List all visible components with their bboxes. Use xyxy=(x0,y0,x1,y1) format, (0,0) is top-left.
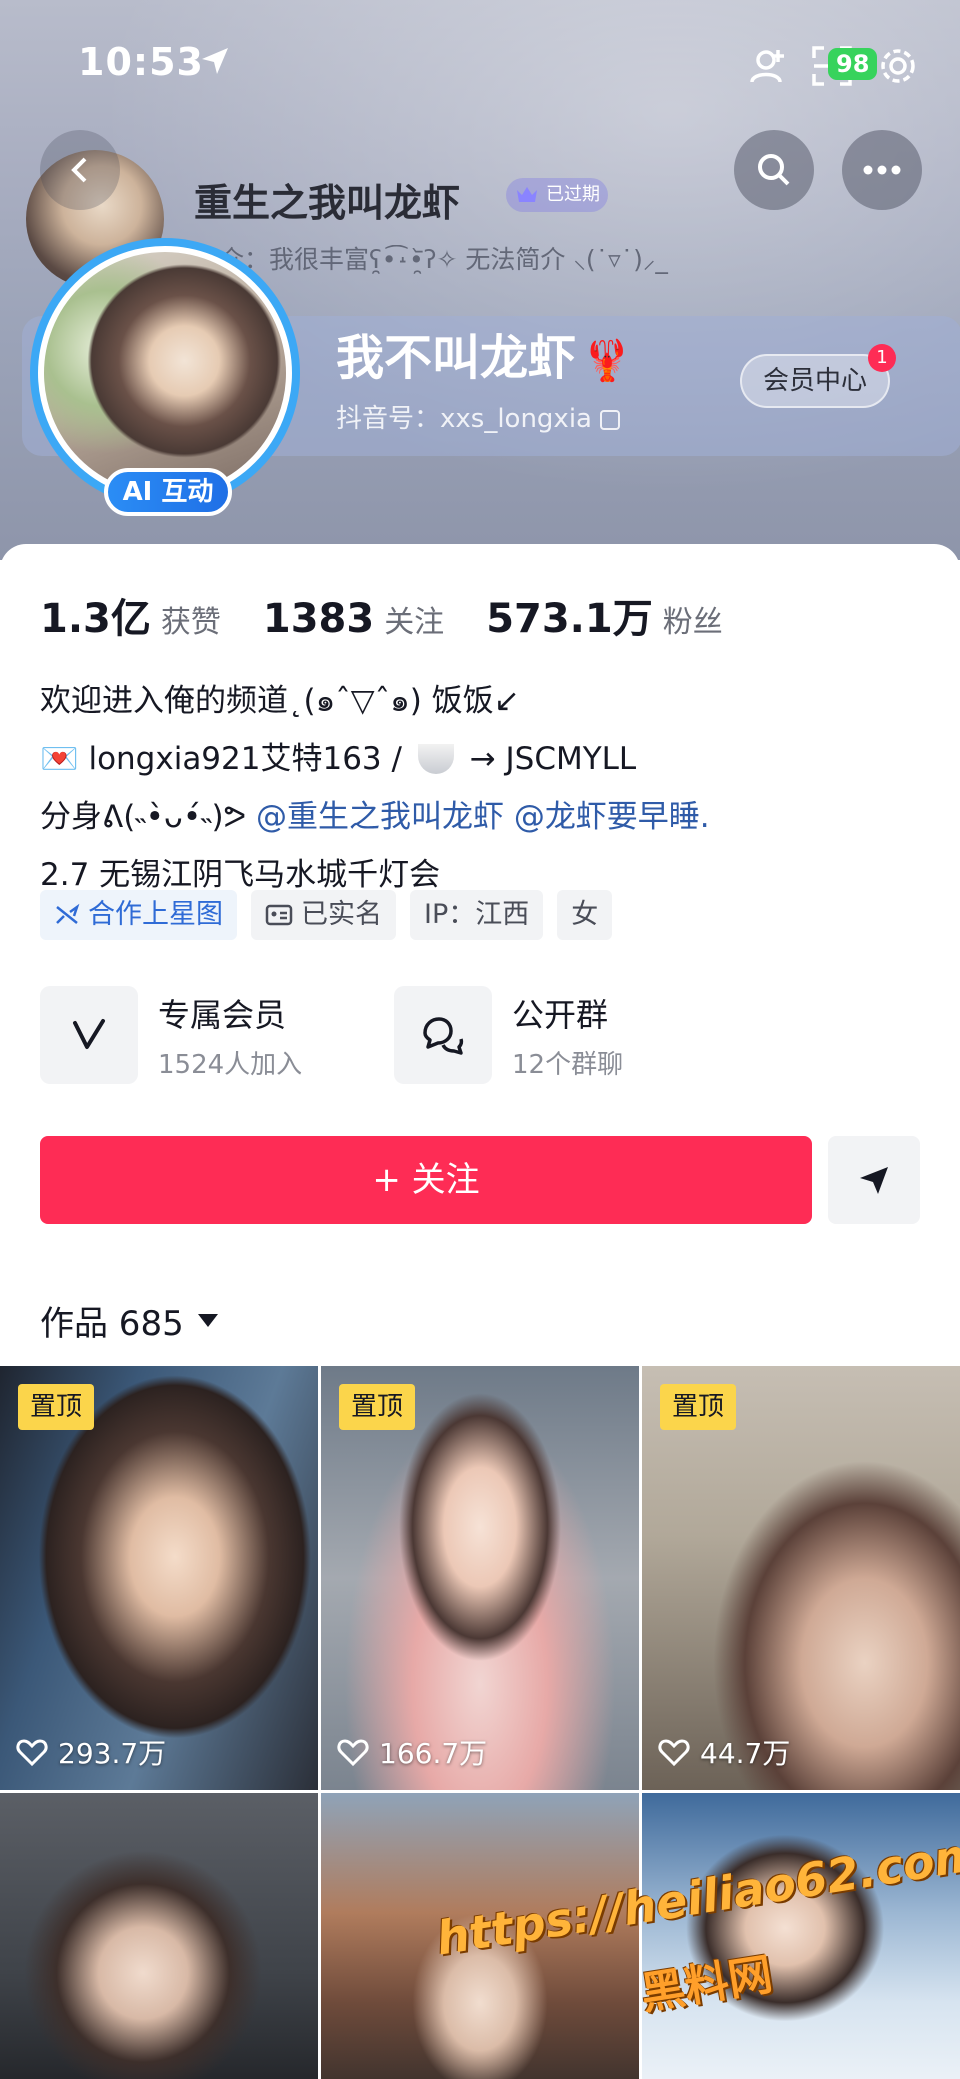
add-friend-icon[interactable] xyxy=(744,44,788,88)
video-likes: 166.7万 xyxy=(337,1732,487,1772)
video-thumbnail[interactable]: 置顶 293.7万 xyxy=(0,1366,318,1790)
profile-tags: 合作上星图 已实名 IP：江西 女 xyxy=(40,890,613,940)
lobster-emoji: 🦞 xyxy=(582,338,632,384)
bio-line-3: 分身ᕕ(˵•̀ᴗ•́˵)ᕗ @重生之我叫龙虾 @龙虾要早睡. xyxy=(40,788,940,846)
more-dots-icon xyxy=(863,165,901,175)
follow-button[interactable]: + 关注 xyxy=(40,1136,812,1224)
tag-ip: IP：江西 xyxy=(410,890,544,940)
profile-name: 我不叫龙虾 🦞 xyxy=(336,318,632,388)
stat-likes: 1.3亿 获赞 xyxy=(40,586,221,644)
membership-icon-box xyxy=(40,986,138,1084)
battery-indicator: 98 xyxy=(828,48,878,80)
profile-header: 重生之我叫龙虾 已过期 简介：我很丰富ʕ̯•͡˔•̯᷅ʔ✧ 无法简介 ⸜(˙▿˙… xyxy=(0,0,960,560)
avatar-image xyxy=(38,246,292,500)
status-bar: 10:53 98 xyxy=(0,0,960,130)
location-arrow-icon xyxy=(202,48,228,74)
ai-interact-badge[interactable]: AI 互动 xyxy=(104,468,232,516)
video-likes-count: 166.7万 xyxy=(379,1737,488,1770)
video-thumbnail[interactable] xyxy=(0,1793,318,2079)
crown-icon xyxy=(517,187,537,202)
stat-likes-label: 获赞 xyxy=(160,605,221,640)
group-icon-box xyxy=(394,986,492,1084)
membership-text: 专属会员 1524人加入 xyxy=(158,990,302,1081)
bio-alt-prefix: 分身ᕕ(˵•̀ᴗ•́˵)ᕗ xyxy=(40,799,247,835)
background-intro: 简介：我很丰富ʕ̯•͡˔•̯᷅ʔ✧ 无法简介 ⸜(˙▿˙)⸝_ xyxy=(194,245,668,274)
pinned-badge: 置顶 xyxy=(18,1384,95,1430)
more-button[interactable] xyxy=(842,130,922,210)
stats-row: 1.3亿 获赞 1383 关注 573.1万 粉丝 xyxy=(40,586,765,644)
bio: 欢迎进入俺的频道˛(๑ˆ▽ˆ๑) 饭饭↙ 💌 longxia921艾特163 /… xyxy=(40,672,940,904)
stat-likes-value: 1.3亿 xyxy=(40,596,151,642)
group-chat-icon xyxy=(423,1017,464,1055)
heart-icon xyxy=(658,1739,690,1767)
back-button[interactable] xyxy=(40,130,120,210)
expired-badge: 已过期 xyxy=(506,178,608,212)
feature-entries: 专属会员 1524人加入 公开群 12个群聊 xyxy=(40,986,748,1084)
video-grid: 置顶 293.7万 置顶 166.7万 置顶 44.7万 xyxy=(0,1366,960,2079)
video-thumbnail[interactable]: 置顶 44.7万 xyxy=(642,1366,960,1790)
group-text: 公开群 12个群聊 xyxy=(512,990,623,1081)
mention-alt-account-2[interactable]: @龙虾要早睡. xyxy=(514,799,710,835)
video-likes: 293.7万 xyxy=(16,1732,166,1772)
douyin-id[interactable]: 抖音号：xxs_longxia xyxy=(336,398,620,435)
stat-followers-label: 粉丝 xyxy=(662,605,723,640)
member-center-button[interactable]: 会员中心 xyxy=(740,354,890,408)
group-count: 12个群聊 xyxy=(512,1049,624,1080)
stat-followers-value: 573.1万 xyxy=(486,596,653,642)
share-button[interactable] xyxy=(828,1136,920,1224)
settings-gear-icon[interactable] xyxy=(876,44,920,88)
stat-following-value: 1383 xyxy=(262,596,375,642)
copy-icon[interactable] xyxy=(599,409,620,430)
membership-count: 1524人加入 xyxy=(158,1049,303,1080)
stat-followers[interactable]: 573.1万 粉丝 xyxy=(486,586,723,644)
mention-alt-account-1[interactable]: @重生之我叫龙虾 xyxy=(256,799,504,835)
bio-fan-group: → JSCMYLL xyxy=(469,741,637,777)
expired-badge-label: 已过期 xyxy=(546,184,600,205)
search-button[interactable] xyxy=(734,130,814,210)
video-thumbnail[interactable]: 置顶 166.7万 xyxy=(321,1366,639,1790)
video-likes: 44.7万 xyxy=(658,1732,790,1772)
search-icon xyxy=(758,154,790,186)
pinned-badge: 置顶 xyxy=(660,1384,737,1430)
heart-icon xyxy=(16,1739,48,1767)
works-tab-label: 作品 685 xyxy=(40,1304,184,1344)
tag-gender: 女 xyxy=(557,890,613,940)
video-likes-count: 293.7万 xyxy=(58,1737,167,1770)
bio-line-2: 💌 longxia921艾特163 / → JSCMYLL xyxy=(40,730,940,788)
v-membership-icon xyxy=(73,1019,105,1049)
send-arrow-icon xyxy=(860,1167,888,1194)
status-time: 10:53 xyxy=(78,40,204,84)
tag-star-map-label: 合作上星图 xyxy=(88,899,223,930)
heart-icon xyxy=(337,1739,369,1767)
works-tab[interactable]: 作品 685 xyxy=(40,1296,218,1345)
group-title: 公开群 xyxy=(512,995,609,1034)
profile-panel: 1.3亿 获赞 1383 关注 573.1万 粉丝 欢迎进入俺的频道˛(๑ˆ▽ˆ… xyxy=(0,544,960,2079)
douyin-id-text: 抖音号：xxs_longxia xyxy=(336,404,592,434)
background-title: 重生之我叫龙虾 xyxy=(194,181,461,225)
tag-verified: 已实名 xyxy=(251,890,396,940)
caret-down-icon xyxy=(197,1314,218,1327)
id-card-icon xyxy=(265,904,293,926)
profile-name-text: 我不叫龙虾 xyxy=(336,330,577,386)
public-group-entry[interactable]: 公开群 12个群聊 xyxy=(394,986,748,1084)
stat-following[interactable]: 1383 关注 xyxy=(263,596,444,642)
bio-line-1: 欢迎进入俺的频道˛(๑ˆ▽ˆ๑) 饭饭↙ xyxy=(40,683,520,719)
member-notice-badge: 1 xyxy=(868,344,896,372)
exclusive-membership-entry[interactable]: 专属会员 1524人加入 xyxy=(40,986,394,1084)
chevron-left-icon xyxy=(71,157,87,183)
pinned-badge: 置顶 xyxy=(339,1384,416,1430)
rice-bowl-icon xyxy=(417,743,454,774)
stat-following-label: 关注 xyxy=(384,605,445,640)
tag-star-map[interactable]: 合作上星图 xyxy=(40,890,237,940)
star-map-icon xyxy=(56,903,80,924)
bio-contact: 💌 longxia921艾特163 / xyxy=(40,741,402,777)
membership-title: 专属会员 xyxy=(158,995,287,1034)
video-likes-count: 44.7万 xyxy=(700,1737,791,1770)
tag-verified-label: 已实名 xyxy=(301,899,382,930)
